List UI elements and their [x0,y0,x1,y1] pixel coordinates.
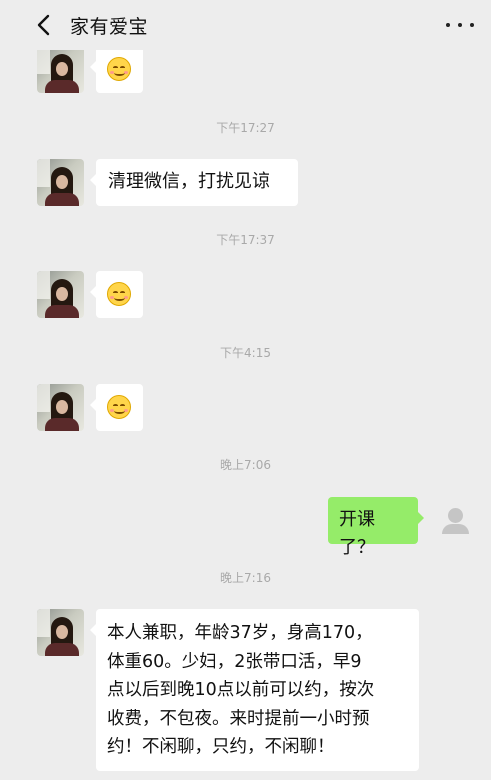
sent-message-bubble[interactable]: 开课了？ [328,497,424,558]
self-avatar[interactable] [433,497,480,544]
message-line: 体重60。少妇，2张带口活，早9 [107,651,362,672]
message-line: 点以后到晚10点以前可以约，按次 [107,680,375,700]
chat-title: 家有爱宝 [70,16,149,38]
message-text: 开课了？ [339,509,375,558]
emoji-message-bubble[interactable] [90,46,143,93]
message-line: 收费，不包夜。来时提前一小时预 [107,708,370,729]
emoji-message-bubble[interactable] [90,271,143,318]
more-dots-icon[interactable] [446,14,474,36]
smile-emoji-icon [107,57,131,81]
emoji-message-bubble[interactable] [90,384,143,431]
timestamp: 下午17:37 [216,233,275,247]
chevron-left-icon[interactable] [34,13,54,37]
message-line: 本人兼职，年龄37岁，身高170， [107,623,373,643]
timestamp: 晚上7:06 [220,458,271,472]
text-message-bubble[interactable]: 本人兼职，年龄37岁，身高170， 体重60。少妇，2张带口活，早9 点以后到晚… [90,609,419,771]
timestamp: 下午17:27 [216,121,275,135]
timestamp: 下午4:15 [220,346,271,360]
chat-header: 家有爱宝 [0,0,491,50]
timestamp: 晚上7:16 [220,571,271,585]
contact-avatar[interactable] [37,271,84,318]
message-line: 约！不闲聊，只约，不闲聊！ [107,737,335,757]
contact-avatar[interactable] [37,384,84,431]
message-text: 清理微信，打扰见谅 [108,171,270,192]
smile-emoji-icon [107,282,131,306]
smile-emoji-icon [107,395,131,419]
contact-avatar[interactable] [37,609,84,656]
text-message-bubble[interactable]: 清理微信，打扰见谅 [90,159,298,206]
contact-avatar[interactable] [37,46,84,93]
contact-avatar[interactable] [37,159,84,206]
